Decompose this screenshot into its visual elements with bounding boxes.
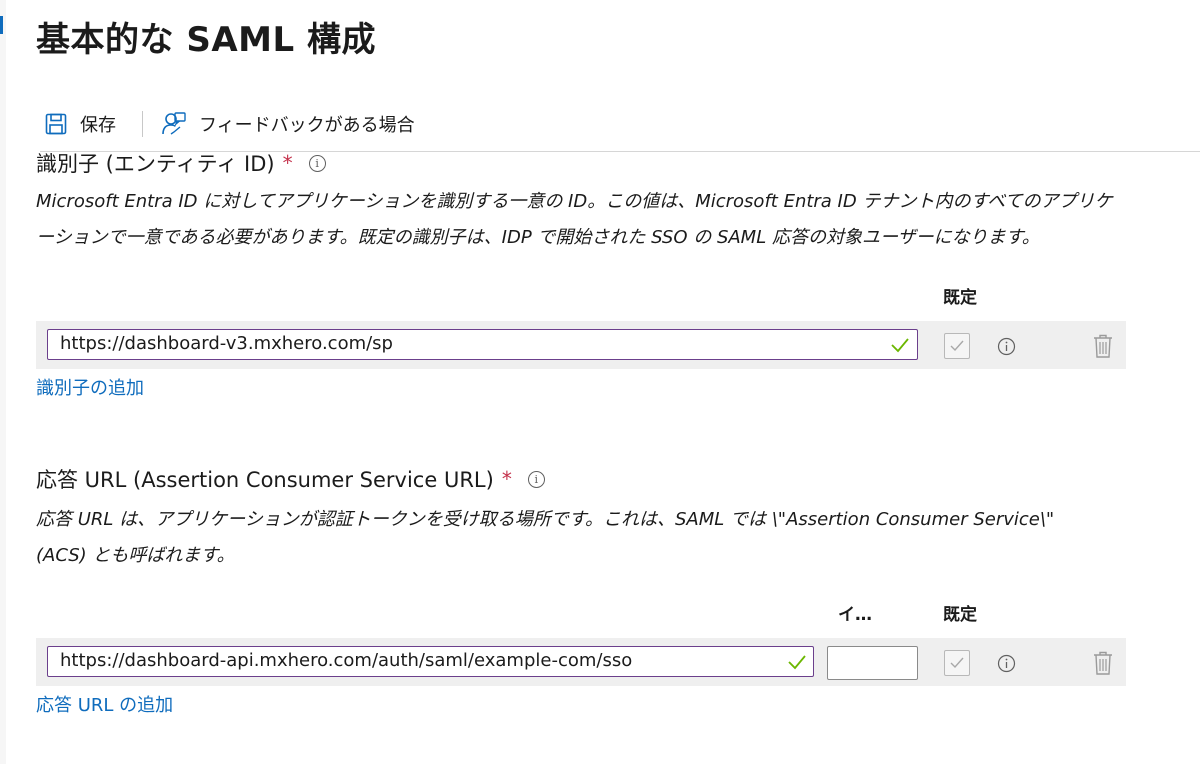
checkbox-icon xyxy=(950,340,964,352)
info-icon[interactable]: i xyxy=(308,154,326,172)
default-column-header: 既定 xyxy=(943,288,977,308)
reply-url-section-title: 応答 URL (Assertion Consumer Service URL) … xyxy=(36,464,545,494)
add-reply-url-link[interactable]: 応答 URL の追加 xyxy=(36,691,173,717)
reply-url-title-text: 応答 URL (Assertion Consumer Service URL) xyxy=(36,468,494,492)
feedback-icon xyxy=(162,112,186,135)
trash-icon[interactable] xyxy=(1092,650,1114,676)
page-title: 基本的な SAML 構成 xyxy=(36,20,376,60)
feedback-button[interactable]: フィードバックがある場合 xyxy=(161,111,415,137)
checkmark-icon xyxy=(891,338,909,353)
save-icon xyxy=(45,113,67,135)
info-icon[interactable] xyxy=(997,654,1016,673)
toolbar-divider xyxy=(142,111,143,137)
save-button[interactable]: 保存 xyxy=(44,111,116,137)
command-bar: 保存 フィードバックがある場合 xyxy=(44,108,415,140)
reply-url-row: https://dashboard-api.mxhero.com/auth/sa… xyxy=(36,638,1126,686)
identifier-row: https://dashboard-v3.mxhero.com/sp xyxy=(36,321,1126,369)
checkmark-icon xyxy=(788,655,806,670)
index-input[interactable] xyxy=(827,646,918,680)
trash-icon[interactable] xyxy=(1092,333,1114,359)
background-panel-accent xyxy=(0,16,3,34)
default-column-header: 既定 xyxy=(943,605,977,625)
add-identifier-link[interactable]: 識別子の追加 xyxy=(36,374,144,400)
required-marker: * xyxy=(282,151,293,175)
identifier-title-text: 識別子 (エンティティ ID) xyxy=(36,152,275,176)
identifier-section-title: 識別子 (エンティティ ID) * i xyxy=(36,148,326,178)
identifier-input[interactable]: https://dashboard-v3.mxhero.com/sp xyxy=(47,329,918,360)
info-icon[interactable] xyxy=(997,337,1016,356)
reply-url-description: 応答 URL は、アプリケーションが認証トークンを受け取る場所です。これは、SA… xyxy=(36,509,1055,566)
default-checkbox[interactable] xyxy=(944,333,970,359)
feedback-button-label: フィードバックがある場合 xyxy=(199,115,415,136)
default-checkbox[interactable] xyxy=(944,650,970,676)
checkbox-icon xyxy=(950,657,964,669)
background-panel-edge xyxy=(0,0,6,764)
save-button-label: 保存 xyxy=(80,115,116,136)
identifier-description: Microsoft Entra ID に対してアプリケーションを識別する一意の … xyxy=(36,191,1113,248)
reply-url-input[interactable]: https://dashboard-api.mxhero.com/auth/sa… xyxy=(47,646,814,677)
index-column-header: イ… xyxy=(838,605,872,625)
info-icon[interactable]: i xyxy=(527,470,545,488)
required-marker: * xyxy=(501,467,512,491)
